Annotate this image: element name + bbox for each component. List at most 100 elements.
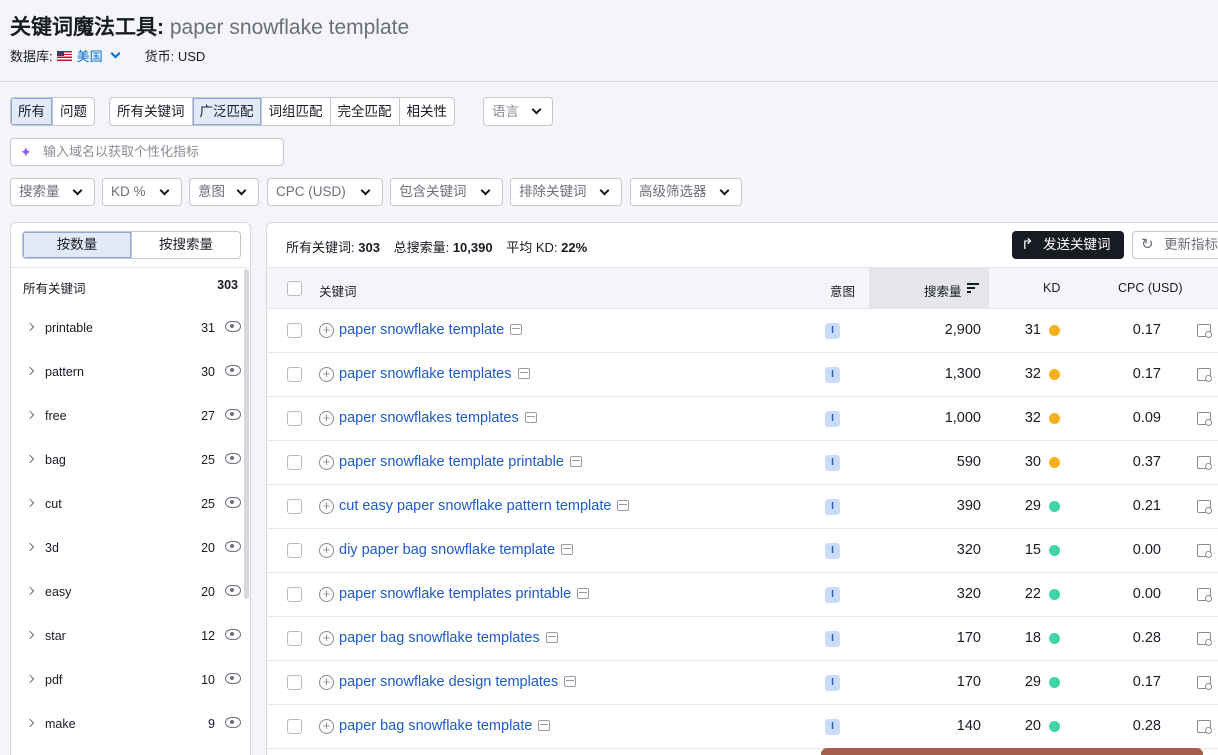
filter-intent[interactable]: 意图 bbox=[189, 178, 259, 206]
row-checkbox[interactable] bbox=[287, 455, 302, 470]
keyword-link[interactable]: paper snowflakes templates bbox=[339, 410, 537, 426]
row-checkbox[interactable] bbox=[287, 587, 302, 602]
keyword-group-item[interactable]: printable 31 bbox=[11, 307, 243, 351]
add-to-list-icon[interactable]: + bbox=[319, 411, 334, 426]
keyword-link[interactable]: diy paper bag snowflake template bbox=[339, 542, 574, 558]
eye-icon[interactable] bbox=[225, 541, 241, 552]
add-to-list-icon[interactable]: + bbox=[319, 631, 334, 646]
chevron-right-icon[interactable] bbox=[25, 410, 35, 420]
row-checkbox[interactable] bbox=[287, 367, 302, 382]
column-cpc[interactable]: CPC (USD) bbox=[1118, 281, 1183, 295]
serp-analysis-icon[interactable] bbox=[1197, 456, 1212, 470]
serp-features-icon[interactable] bbox=[569, 456, 582, 467]
chevron-right-icon[interactable] bbox=[25, 586, 35, 596]
serp-analysis-icon[interactable] bbox=[1197, 368, 1212, 382]
tab-broad-match[interactable]: 广泛匹配 bbox=[192, 98, 262, 125]
serp-analysis-icon[interactable] bbox=[1197, 412, 1212, 426]
chevron-right-icon[interactable] bbox=[25, 542, 35, 552]
add-to-list-icon[interactable]: + bbox=[319, 675, 334, 690]
filter-advanced[interactable]: 高级筛选器 bbox=[630, 178, 742, 206]
add-to-list-icon[interactable]: + bbox=[319, 323, 334, 338]
update-metrics-button[interactable]: ↻ 更新指标 bbox=[1132, 231, 1218, 259]
eye-icon[interactable] bbox=[225, 497, 241, 508]
column-intent[interactable]: 意图 bbox=[830, 281, 855, 300]
keyword-group-item[interactable]: free 27 bbox=[11, 395, 243, 439]
keyword-group-item[interactable]: bag 25 bbox=[11, 439, 243, 483]
keyword-link[interactable]: cut easy paper snowflake pattern templat… bbox=[339, 498, 630, 514]
serp-features-icon[interactable] bbox=[617, 500, 630, 511]
keyword-link[interactable]: paper bag snowflake template bbox=[339, 718, 551, 734]
chevron-right-icon[interactable] bbox=[25, 718, 35, 728]
eye-icon[interactable] bbox=[225, 453, 241, 464]
keyword-group-item[interactable]: star 12 bbox=[11, 615, 243, 659]
domain-input[interactable]: ✦ 输入域名以获取个性化指标 bbox=[10, 138, 284, 166]
row-checkbox[interactable] bbox=[287, 323, 302, 338]
tab-all-keywords[interactable]: 所有关键词 bbox=[110, 98, 193, 125]
serp-analysis-icon[interactable] bbox=[1197, 324, 1212, 338]
add-to-list-icon[interactable]: + bbox=[319, 499, 334, 514]
add-to-list-icon[interactable]: + bbox=[319, 543, 334, 558]
column-keyword[interactable]: 关键词 bbox=[319, 281, 357, 300]
filter-exclude-keywords[interactable]: 排除关键词 bbox=[510, 178, 622, 206]
filter-volume[interactable]: 搜索量 bbox=[10, 178, 95, 206]
select-all-checkbox[interactable] bbox=[287, 281, 302, 296]
keyword-group-item[interactable]: pattern 30 bbox=[11, 351, 243, 395]
eye-icon[interactable] bbox=[225, 629, 241, 640]
row-checkbox[interactable] bbox=[287, 411, 302, 426]
row-checkbox[interactable] bbox=[287, 675, 302, 690]
sort-by-count[interactable]: 按数量 bbox=[23, 232, 131, 258]
language-dropdown[interactable]: 语言 bbox=[483, 97, 553, 126]
serp-analysis-icon[interactable] bbox=[1197, 544, 1212, 558]
keyword-group-item[interactable]: easy 20 bbox=[11, 571, 243, 615]
country-selector[interactable]: 美国 bbox=[77, 46, 103, 65]
keyword-link[interactable]: paper snowflake template printable bbox=[339, 454, 582, 470]
serp-features-icon[interactable] bbox=[564, 676, 577, 687]
keyword-link[interactable]: paper snowflake templates bbox=[339, 366, 530, 382]
eye-icon[interactable] bbox=[225, 717, 241, 728]
keyword-group-item[interactable]: pdf 10 bbox=[11, 659, 243, 703]
serp-analysis-icon[interactable] bbox=[1197, 500, 1212, 514]
tab-phrase-match[interactable]: 词组匹配 bbox=[262, 98, 331, 125]
add-to-list-icon[interactable]: + bbox=[319, 455, 334, 470]
serp-features-icon[interactable] bbox=[545, 632, 558, 643]
tab-questions[interactable]: 问题 bbox=[53, 98, 94, 125]
sort-descending-icon[interactable] bbox=[967, 283, 979, 293]
filter-include-keywords[interactable]: 包含关键词 bbox=[390, 178, 503, 206]
serp-analysis-icon[interactable] bbox=[1197, 676, 1212, 690]
keyword-link[interactable]: paper snowflake template bbox=[339, 322, 523, 338]
row-checkbox[interactable] bbox=[287, 719, 302, 734]
filter-kd[interactable]: KD % bbox=[102, 178, 182, 206]
eye-icon[interactable] bbox=[225, 365, 241, 376]
keyword-link[interactable]: paper snowflake templates printable bbox=[339, 586, 590, 602]
chevron-right-icon[interactable] bbox=[25, 674, 35, 684]
serp-features-icon[interactable] bbox=[561, 544, 574, 555]
chevron-right-icon[interactable] bbox=[25, 322, 35, 332]
tab-exact-match[interactable]: 完全匹配 bbox=[331, 98, 400, 125]
all-keywords-group[interactable]: 所有关键词 303 bbox=[23, 278, 238, 297]
chevron-right-icon[interactable] bbox=[25, 498, 35, 508]
add-to-list-icon[interactable]: + bbox=[319, 587, 334, 602]
chevron-right-icon[interactable] bbox=[25, 454, 35, 464]
keyword-group-item[interactable]: 3d 20 bbox=[11, 527, 243, 571]
chevron-right-icon[interactable] bbox=[25, 366, 35, 376]
eye-icon[interactable] bbox=[225, 673, 241, 684]
serp-features-icon[interactable] bbox=[510, 324, 523, 335]
serp-features-icon[interactable] bbox=[577, 588, 590, 599]
filter-cpc[interactable]: CPC (USD) bbox=[267, 178, 383, 206]
sort-by-volume[interactable]: 按搜索量 bbox=[131, 232, 240, 258]
keyword-group-item[interactable]: make 9 bbox=[11, 703, 243, 747]
add-to-list-icon[interactable]: + bbox=[319, 719, 334, 734]
sidebar-scrollbar[interactable] bbox=[244, 269, 249, 599]
eye-icon[interactable] bbox=[225, 409, 241, 420]
keyword-link[interactable]: paper bag snowflake templates bbox=[339, 630, 558, 646]
serp-features-icon[interactable] bbox=[538, 720, 551, 731]
serp-analysis-icon[interactable] bbox=[1197, 632, 1212, 646]
add-to-list-icon[interactable]: + bbox=[319, 367, 334, 382]
send-keywords-button[interactable]: ↱ 发送关键词 bbox=[1012, 231, 1124, 259]
keyword-link[interactable]: paper snowflake design templates bbox=[339, 674, 577, 690]
row-checkbox[interactable] bbox=[287, 499, 302, 514]
column-kd[interactable]: KD bbox=[1043, 281, 1060, 295]
eye-icon[interactable] bbox=[225, 321, 241, 332]
row-checkbox[interactable] bbox=[287, 543, 302, 558]
chevron-right-icon[interactable] bbox=[25, 630, 35, 640]
